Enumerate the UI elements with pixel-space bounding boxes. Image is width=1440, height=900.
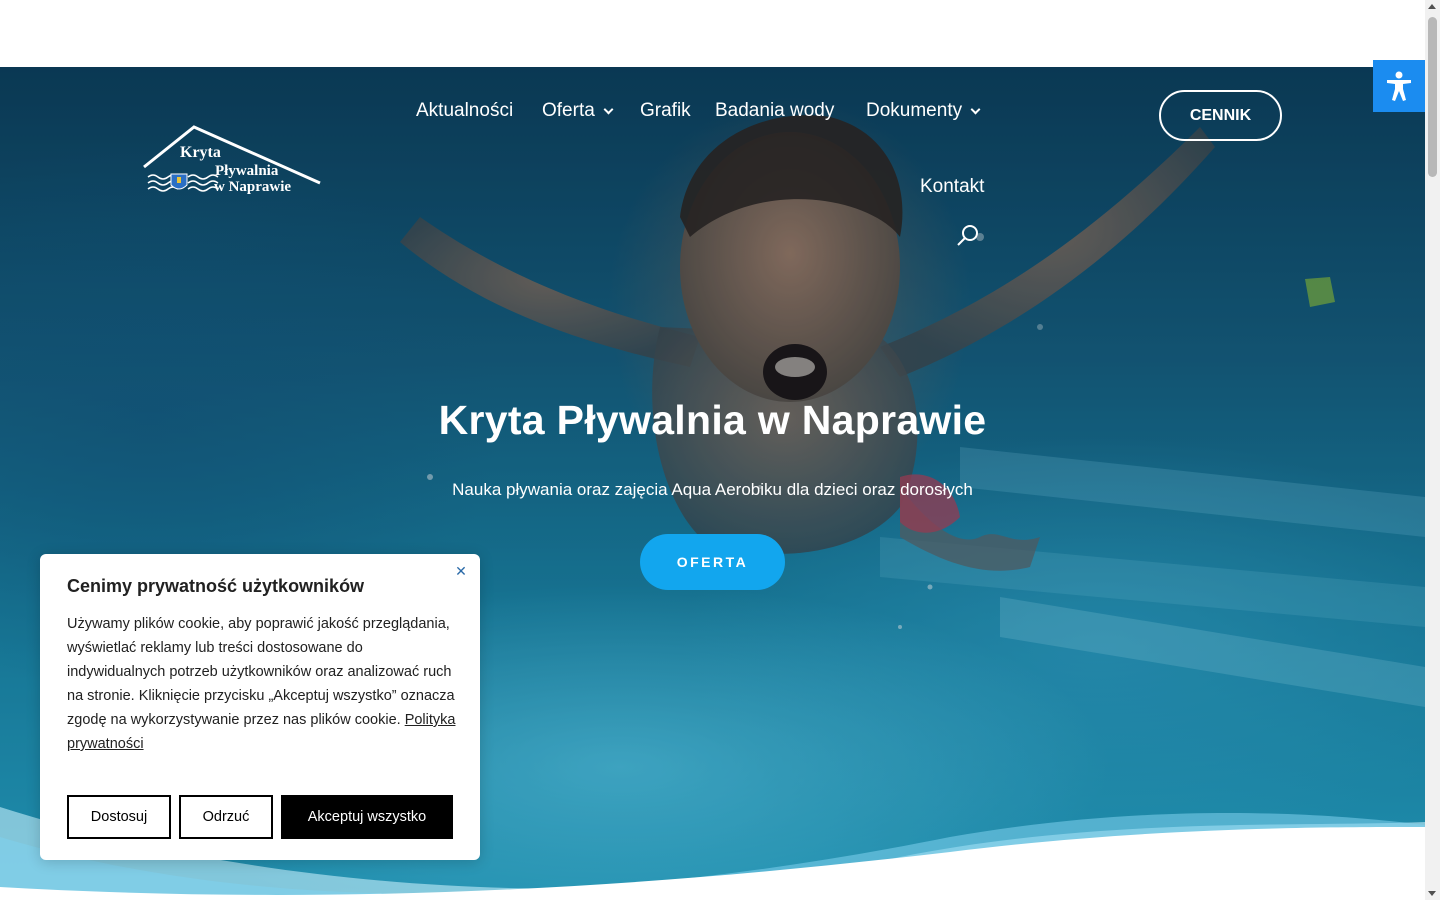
scrollbar-thumb[interactable]	[1428, 17, 1437, 177]
main-nav: Aktualności Oferta Grafik Badania wody D…	[416, 100, 1006, 250]
nav-item-dokumenty[interactable]: Dokumenty	[866, 100, 981, 122]
cookie-consent-banner: ✕ Cenimy prywatność użytkowników Używamy…	[40, 554, 480, 860]
cennik-button[interactable]: CENNIK	[1159, 90, 1282, 141]
page-scrollbar[interactable]	[1425, 0, 1440, 900]
nav-item-label: Oferta	[542, 100, 595, 121]
site-logo[interactable]: Kryta Pływalnia w Naprawie	[142, 125, 322, 197]
nav-item-kontakt[interactable]: Kontakt	[920, 176, 984, 198]
oferta-button[interactable]: OFERTA	[640, 534, 785, 590]
nav-item-aktualnosci[interactable]: Aktualności	[416, 100, 513, 122]
scroll-up-arrow-icon[interactable]	[1428, 4, 1436, 9]
accessibility-icon	[1387, 71, 1411, 101]
customize-button[interactable]: Dostosuj	[67, 795, 171, 839]
accessibility-button[interactable]	[1373, 60, 1425, 112]
accept-all-button[interactable]: Akceptuj wszystko	[281, 795, 453, 839]
reject-button[interactable]: Odrzuć	[179, 795, 273, 839]
nav-item-grafik[interactable]: Grafik	[640, 100, 691, 122]
close-icon[interactable]: ✕	[453, 564, 469, 580]
nav-item-label: Dokumenty	[866, 100, 963, 121]
chevron-down-icon	[970, 104, 981, 114]
nav-item-label: Grafik	[640, 100, 691, 121]
nav-item-label: Aktualności	[416, 100, 514, 121]
logo-line-2: Pływalnia	[215, 163, 279, 179]
nav-item-label: Badania wody	[715, 100, 835, 121]
search-icon[interactable]	[956, 224, 980, 248]
hero-subtitle: Nauka pływania oraz zajęcia Aqua Aerobik…	[452, 480, 973, 499]
page: Kryta Pływalnia w Naprawie Aktualności O…	[0, 0, 1440, 900]
cookie-description: Używamy plików cookie, aby poprawić jako…	[67, 612, 457, 756]
logo-line-3: w Naprawie	[214, 179, 292, 195]
scroll-down-arrow-icon[interactable]	[1428, 891, 1436, 896]
chevron-down-icon	[603, 104, 614, 114]
hero-title: Kryta Pływalnia w Naprawie	[438, 397, 987, 443]
cookie-text: Używamy plików cookie, aby poprawić jako…	[67, 616, 455, 728]
cookie-title: Cenimy prywatność użytkowników	[67, 576, 365, 596]
nav-item-oferta[interactable]: Oferta	[542, 100, 614, 122]
nav-item-label: Kontakt	[920, 176, 985, 197]
logo-line-1: Kryta	[180, 144, 221, 161]
nav-item-badania-wody[interactable]: Badania wody	[715, 100, 834, 122]
